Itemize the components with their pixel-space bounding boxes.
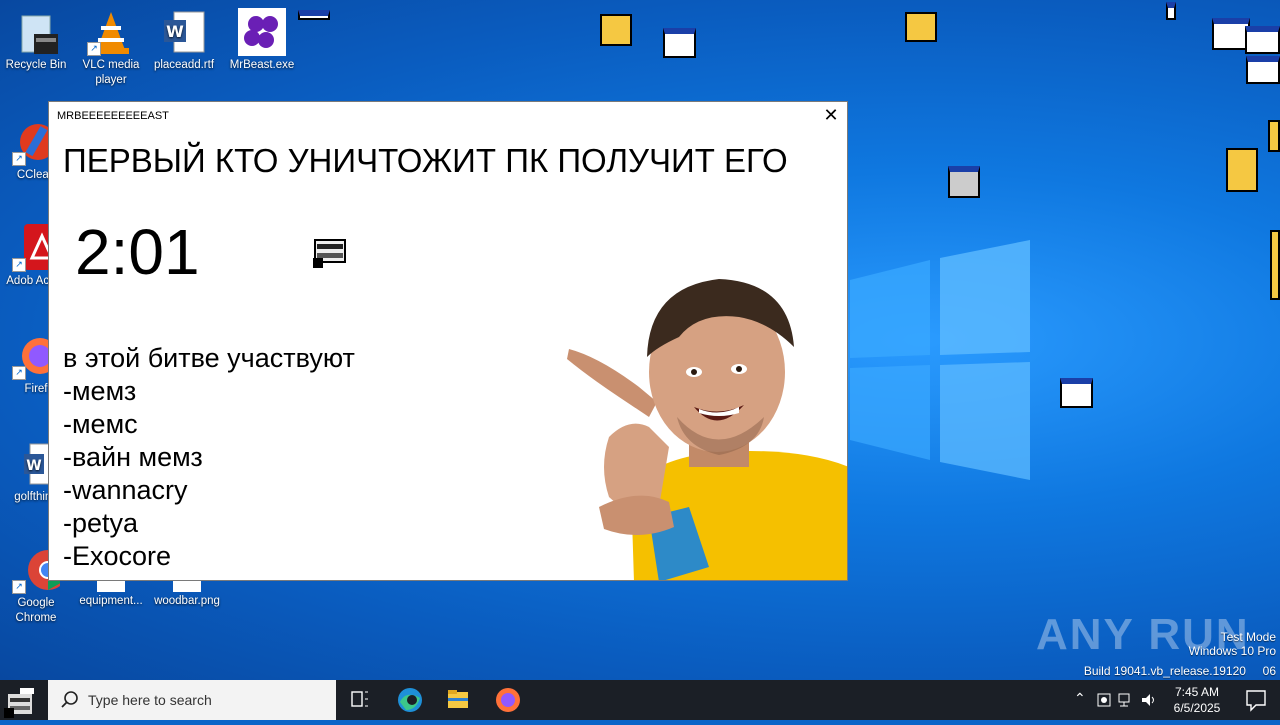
search-icon	[61, 691, 78, 708]
glitch-window-icon	[1166, 2, 1176, 20]
folder-icon	[448, 690, 468, 708]
desktop-icon-label: placeadd.rtf	[153, 59, 215, 71]
participants-heading: в этой битве участвуют	[63, 343, 355, 373]
shortcut-arrow-icon: ↗	[12, 366, 26, 380]
close-button[interactable]: ✕	[815, 102, 847, 130]
edge-icon	[398, 688, 422, 712]
glitch-folder-icon	[600, 14, 632, 46]
taskbar-firefox[interactable]	[484, 680, 532, 720]
participant-item: -мемз	[63, 376, 137, 406]
notification-icon	[1246, 690, 1266, 712]
windows-logo-wallpaper	[850, 240, 1030, 480]
task-view-button[interactable]	[336, 680, 384, 720]
desktop-icon-label: VLC media player	[82, 59, 140, 86]
clock-date: 6/5/2025	[1173, 701, 1221, 715]
svg-text:W: W	[26, 458, 41, 474]
glitch-window-icon	[1246, 56, 1280, 84]
participant-item: -wannacry	[63, 475, 188, 505]
participant-item: -Exocore	[63, 541, 172, 571]
shortcut-arrow-icon: ↗	[12, 258, 26, 272]
mrbeast-dialog[interactable]: MRBEEEEEEEEEAST ✕ ПЕРВЫЙ КТО УНИЧТОЖИТ П…	[48, 101, 848, 581]
desktop-icon-label: equipment...	[79, 595, 143, 607]
taskbar-edge[interactable]	[386, 680, 434, 720]
taskbar-file-explorer[interactable]	[434, 680, 482, 720]
participant-item: -вайн мемз	[63, 442, 203, 472]
volume-icon[interactable]	[1140, 691, 1158, 709]
security-icon[interactable]	[1096, 691, 1112, 709]
shortcut-arrow-icon: ↗	[12, 152, 26, 166]
watermark-build: Build 19041.vb_release.19120	[1083, 664, 1246, 678]
start-button[interactable]	[0, 680, 48, 720]
dialog-headline: ПЕРВЫЙ КТО УНИЧТОЖИТ ПК ПОЛУЧИТ ЕГО	[63, 142, 788, 179]
dialog-titlebar[interactable]: MRBEEEEEEEEEAST ✕	[49, 102, 847, 130]
mrbeast-hex-icon	[238, 8, 286, 56]
glitch-window-icon	[298, 10, 330, 20]
desktop-icon-label: Google Chrome	[15, 597, 57, 624]
desktop-icon-mrbeast[interactable]: MrBeast.exe	[226, 8, 298, 73]
glitch-window-icon	[663, 28, 696, 58]
participant-item: -petya	[63, 508, 139, 538]
network-icon[interactable]	[1118, 691, 1134, 709]
taskbar-search-box[interactable]: Type here to search	[48, 680, 336, 720]
desktop-icon-label: woodbar.png	[154, 595, 220, 607]
glitch-window-icon	[1060, 378, 1093, 408]
build-watermark: Build 19041.vb_release.19120 06	[1076, 664, 1276, 678]
desktop-icon-placeadd[interactable]: W placeadd.rtf	[148, 8, 220, 73]
participant-item: -мемс	[63, 409, 138, 439]
countdown-timer: 2:01	[75, 216, 200, 288]
watermark-build-tail: 06	[1262, 664, 1276, 678]
svg-text:W: W	[166, 22, 184, 41]
taskbar: Type here to search ⌃ 7:45 AM 6/5/2025	[0, 680, 1280, 720]
desktop-icon-recycle-bin[interactable]: Recycle Bin	[0, 8, 72, 73]
glitch-folder-icon	[905, 12, 937, 42]
dialog-title: MRBEEEEEEEEEAST	[57, 110, 169, 122]
glitch-folder-icon	[1270, 230, 1280, 300]
search-placeholder: Type here to search	[88, 692, 212, 708]
task-view-icon	[351, 691, 368, 707]
glitch-folder-icon	[1226, 148, 1258, 192]
glitch-folder-icon	[1268, 120, 1280, 152]
desktop-icon-vlc[interactable]: ↗ VLC media player	[75, 8, 147, 88]
glitch-printer-icon	[948, 166, 980, 198]
action-center-button[interactable]	[1232, 680, 1280, 720]
test-mode-watermark: Test Mode Windows 10 Pro	[1150, 630, 1276, 658]
word-document-icon: W	[160, 8, 208, 56]
watermark-line: Windows 10 Pro	[1188, 644, 1276, 658]
recycle-bin-icon	[12, 8, 60, 56]
desktop-icon-label: Recycle Bin	[5, 59, 67, 71]
shortcut-arrow-icon: ↗	[87, 42, 101, 56]
windows-start-icon	[4, 688, 34, 718]
glitch-window-icon	[1245, 26, 1280, 54]
participants-list: в этой битве участвуют -мемз -мемс -вайн…	[63, 342, 355, 573]
shortcut-arrow-icon: ↗	[12, 580, 26, 594]
watermark-line: Test Mode	[1220, 630, 1276, 644]
mrbeast-photo	[567, 279, 847, 580]
clock-time: 7:45 AM	[1174, 685, 1220, 699]
vlc-cone-icon: ↗	[87, 8, 135, 56]
disk-drive-icon	[313, 239, 346, 268]
taskbar-clock[interactable]: 7:45 AM 6/5/2025	[1162, 684, 1232, 716]
system-tray: ⌃	[1068, 680, 1162, 720]
firefox-icon	[496, 688, 520, 712]
desktop-icon-label: MrBeast.exe	[229, 59, 295, 71]
chevron-up-icon[interactable]: ⌃	[1074, 690, 1086, 707]
